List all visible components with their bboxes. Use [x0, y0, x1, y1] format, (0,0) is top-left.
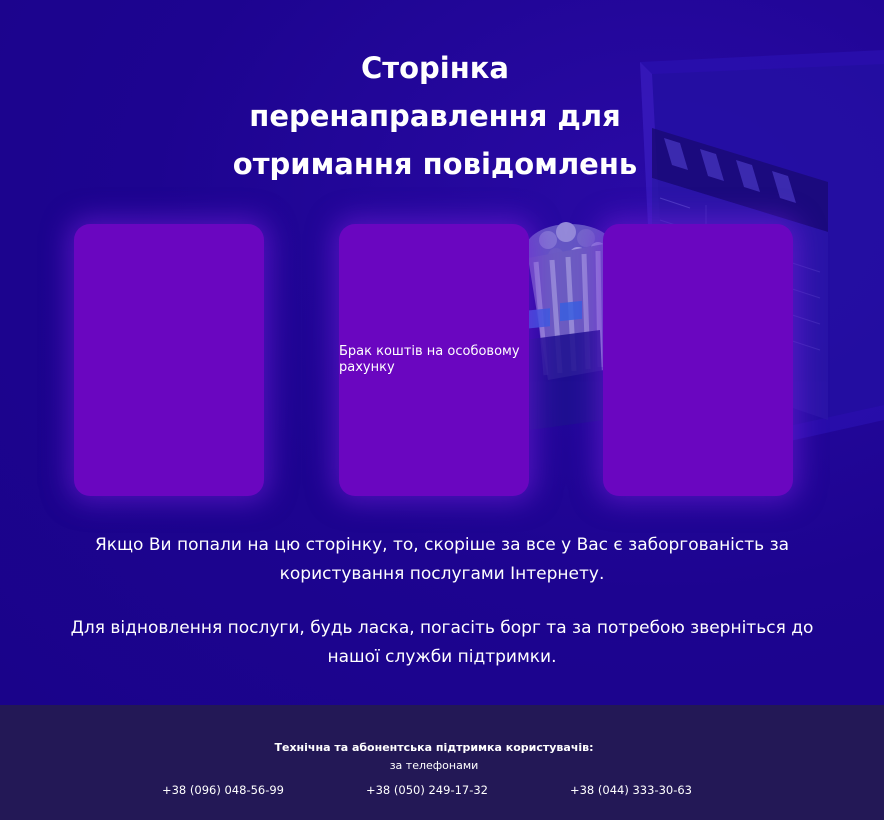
phone-link-2[interactable]: +38 (050) 249-17-32 [347, 783, 507, 797]
footer: Технічна та абонентська підтримка корист… [0, 705, 884, 820]
hero-section: Сторінка перенаправлення для отримання п… [0, 0, 884, 705]
restore-service-paragraph: Для відновлення послуги, будь ласка, пог… [70, 618, 814, 667]
support-subheading: за телефонами [389, 759, 479, 772]
title-line-1: Сторінка [360, 51, 509, 85]
title-line-2: перенаправлення для [249, 99, 621, 133]
phone-link-3[interactable]: +38 (044) 333-30-63 [551, 783, 711, 797]
info-card-1 [74, 224, 264, 496]
info-card-insufficient-funds: Брак коштів на особовому рахунку [339, 224, 529, 496]
debt-notice-paragraph: Якщо Ви попали на цю сторінку, то, скорі… [94, 535, 790, 584]
info-card-3 [603, 224, 793, 496]
phone-link-1[interactable]: +38 (096) 048-56-99 [143, 783, 303, 797]
support-heading: Технічна та абонентська підтримка корист… [274, 741, 594, 754]
title-line-3: отримання повідомлень [232, 147, 638, 181]
page-title: Сторінка перенаправлення для отримання п… [200, 44, 670, 188]
card-2-text: Брак коштів на особовому рахунку [339, 344, 520, 375]
